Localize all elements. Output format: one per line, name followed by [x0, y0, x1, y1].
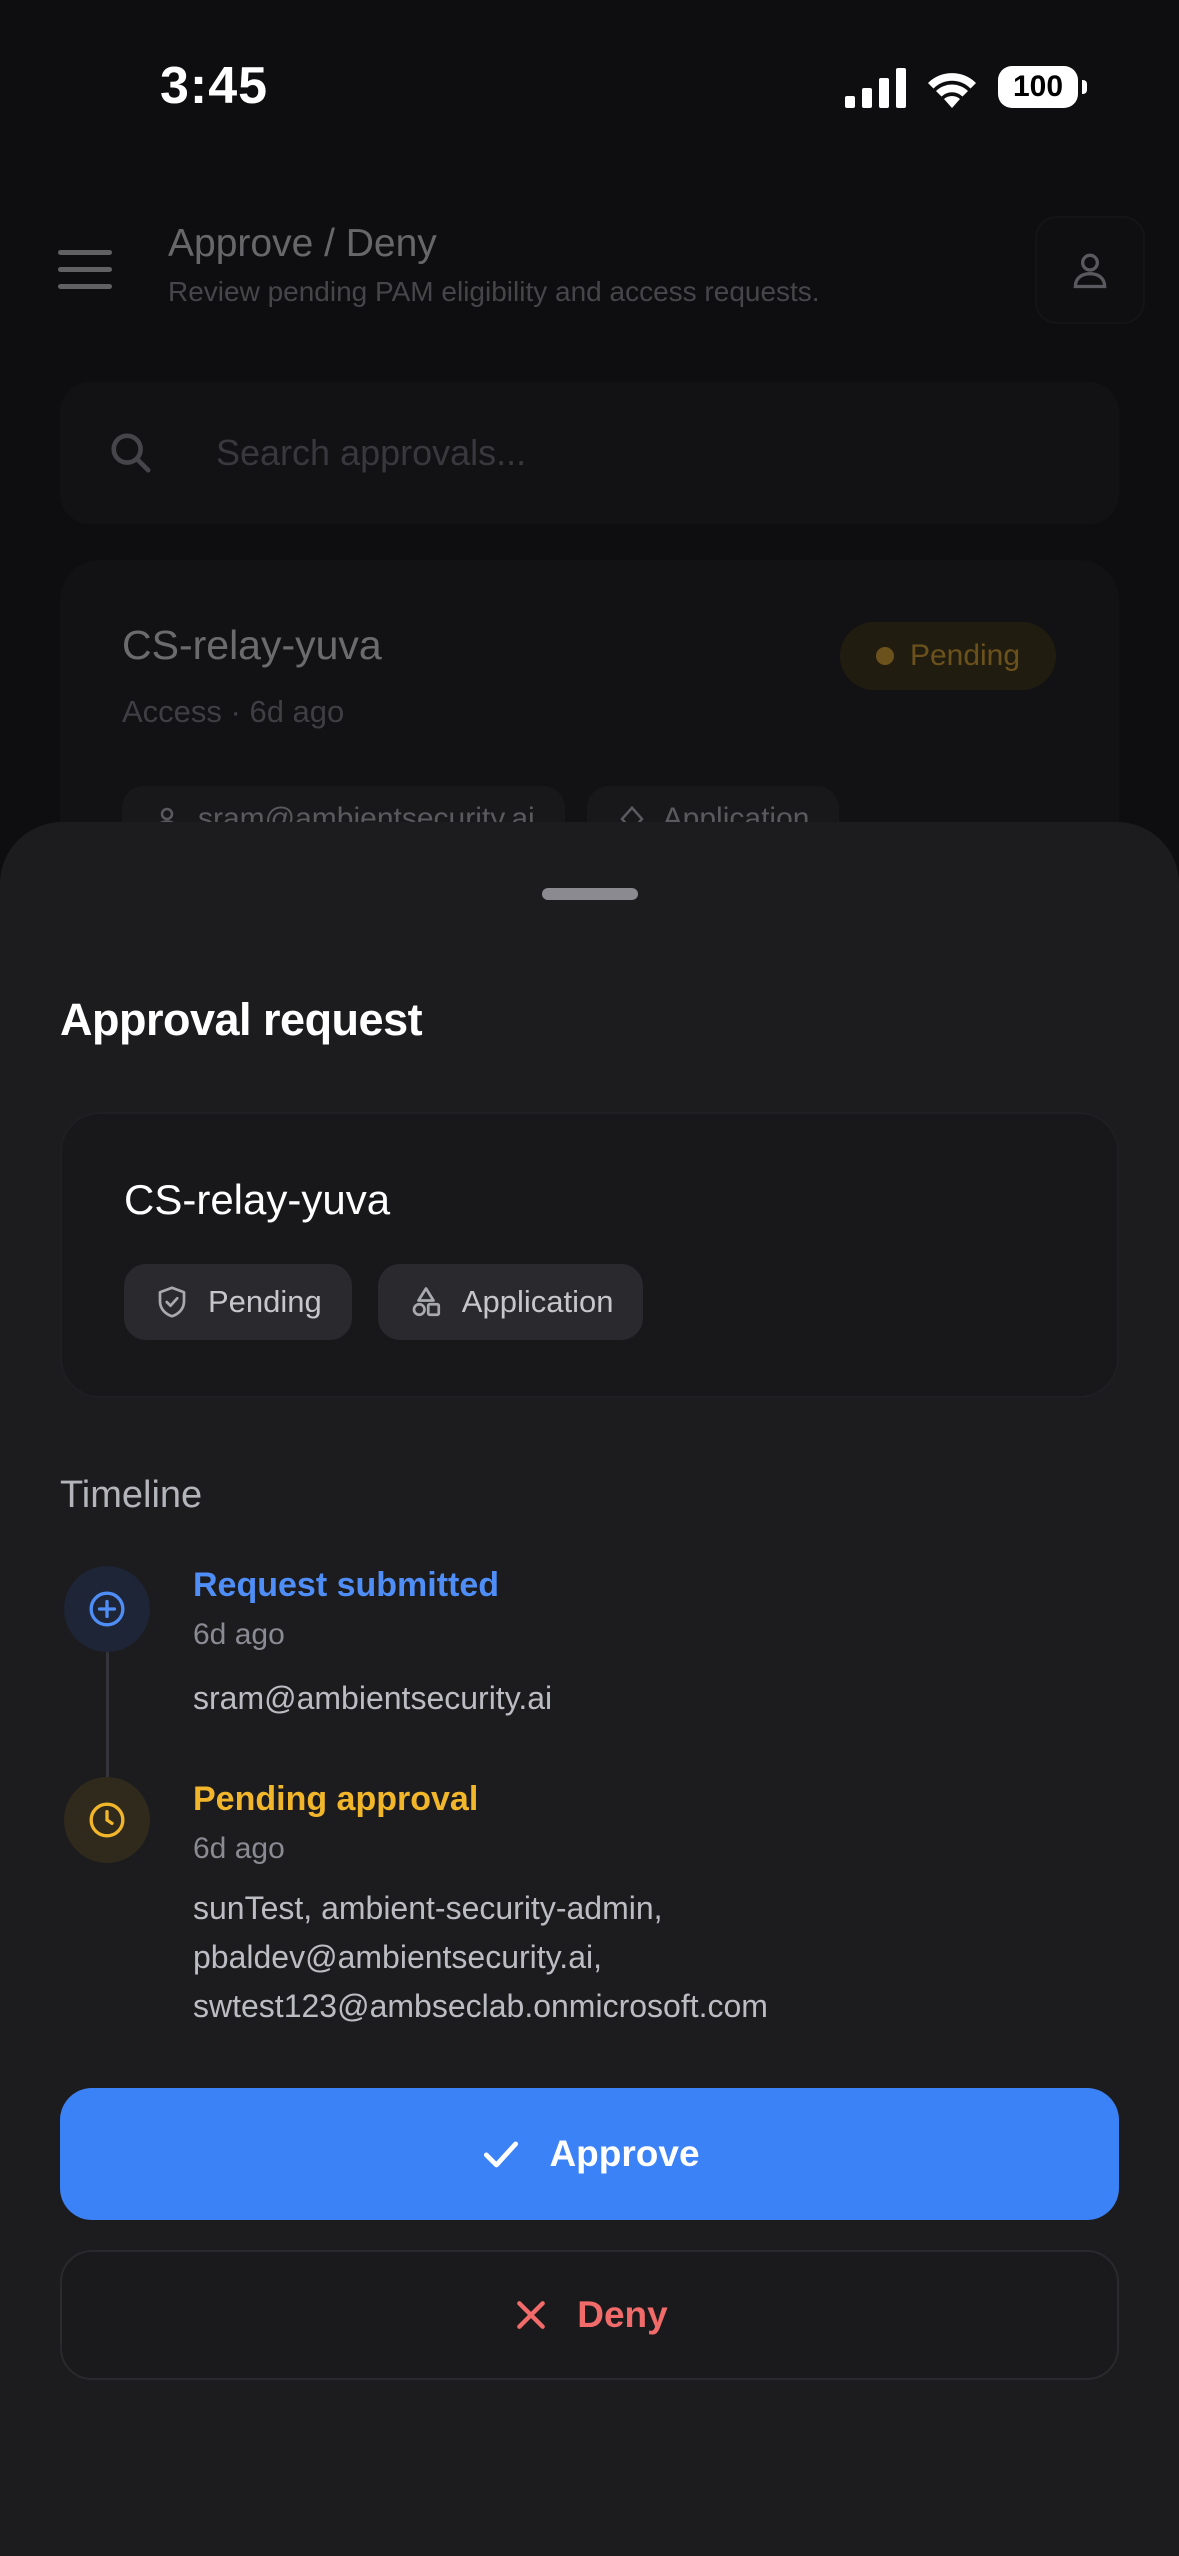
- request-title: CS-relay-yuva: [124, 1176, 391, 1223]
- status-dot-icon: [875, 647, 894, 665]
- battery-indicator: 100: [998, 66, 1087, 108]
- approval-sheet: Approval request CS-relay-yuva Pending A…: [0, 822, 1179, 2556]
- timeline-event-detail: sunTest, ambient-security-admin, pbaldev…: [193, 1884, 1093, 2031]
- approver-line: swtest123@ambseclab.onmicrosoft.com: [193, 1988, 768, 2024]
- type-chip: Application: [377, 1264, 644, 1340]
- search-icon: [111, 433, 151, 473]
- approver-line: pbaldev@ambientsecurity.ai,: [193, 1939, 602, 1975]
- status-chip: Pending: [124, 1264, 352, 1340]
- approver-line: sunTest, ambient-security-admin,: [193, 1890, 663, 1926]
- type-chip-label: Application: [461, 1284, 614, 1319]
- request-summary-card: CS-relay-yuva Pending Application: [60, 1112, 1119, 1398]
- list-item-meta: Access · 6d ago: [122, 694, 345, 729]
- status-chip-label: Pending: [208, 1284, 322, 1319]
- request-chips: Pending Application: [124, 1264, 644, 1340]
- status-time: 3:45: [160, 57, 269, 115]
- deny-button-label: Deny: [577, 2294, 668, 2335]
- status-bar: 3:45 100: [0, 0, 1179, 160]
- timeline-event-time: 6d ago: [193, 1618, 285, 1651]
- search-box[interactable]: [60, 382, 1119, 524]
- clock-icon: [89, 1802, 125, 1838]
- timeline-event-title: Pending approval: [193, 1780, 479, 1818]
- approve-button-label: Approve: [549, 2133, 700, 2174]
- shapes-icon: [412, 1287, 440, 1317]
- timeline-heading: Timeline: [60, 1474, 203, 1516]
- search-input[interactable]: [216, 420, 1076, 486]
- user-icon: [1073, 253, 1107, 289]
- approve-button[interactable]: Approve: [60, 2088, 1119, 2220]
- checkmark-icon: [484, 2141, 519, 2168]
- timeline-event-detail: sram@ambientsecurity.ai: [193, 1680, 553, 1716]
- wifi-icon: [928, 73, 976, 108]
- page-subtitle: Review pending PAM eligibility and acces…: [168, 276, 820, 307]
- sheet-grabber[interactable]: [542, 888, 638, 900]
- plus-circle-icon: [89, 1591, 125, 1627]
- deny-button[interactable]: Deny: [60, 2250, 1119, 2380]
- close-icon: [517, 2301, 546, 2329]
- sheet-title: Approval request: [60, 994, 423, 1045]
- timeline-event-title: Request submitted: [193, 1566, 500, 1604]
- timeline-node-submitted: [64, 1566, 150, 1652]
- status-badge: Pending: [840, 622, 1056, 690]
- timeline-node-pending: [64, 1777, 150, 1863]
- shield-check-icon: [158, 1286, 186, 1318]
- page-title: Approve / Deny: [168, 222, 437, 265]
- menu-icon[interactable]: [58, 250, 112, 290]
- status-badge-label: Pending: [909, 639, 1021, 672]
- app-header: Approve / Deny Review pending PAM eligib…: [0, 200, 1179, 340]
- list-item-title: CS-relay-yuva: [122, 622, 382, 668]
- timeline-event-time: 6d ago: [193, 1832, 285, 1865]
- cellular-signal-icon: [845, 68, 906, 108]
- background-screen: 3:45 100 Approve / Deny Review pending P…: [0, 0, 1179, 960]
- profile-button[interactable]: [1035, 216, 1145, 324]
